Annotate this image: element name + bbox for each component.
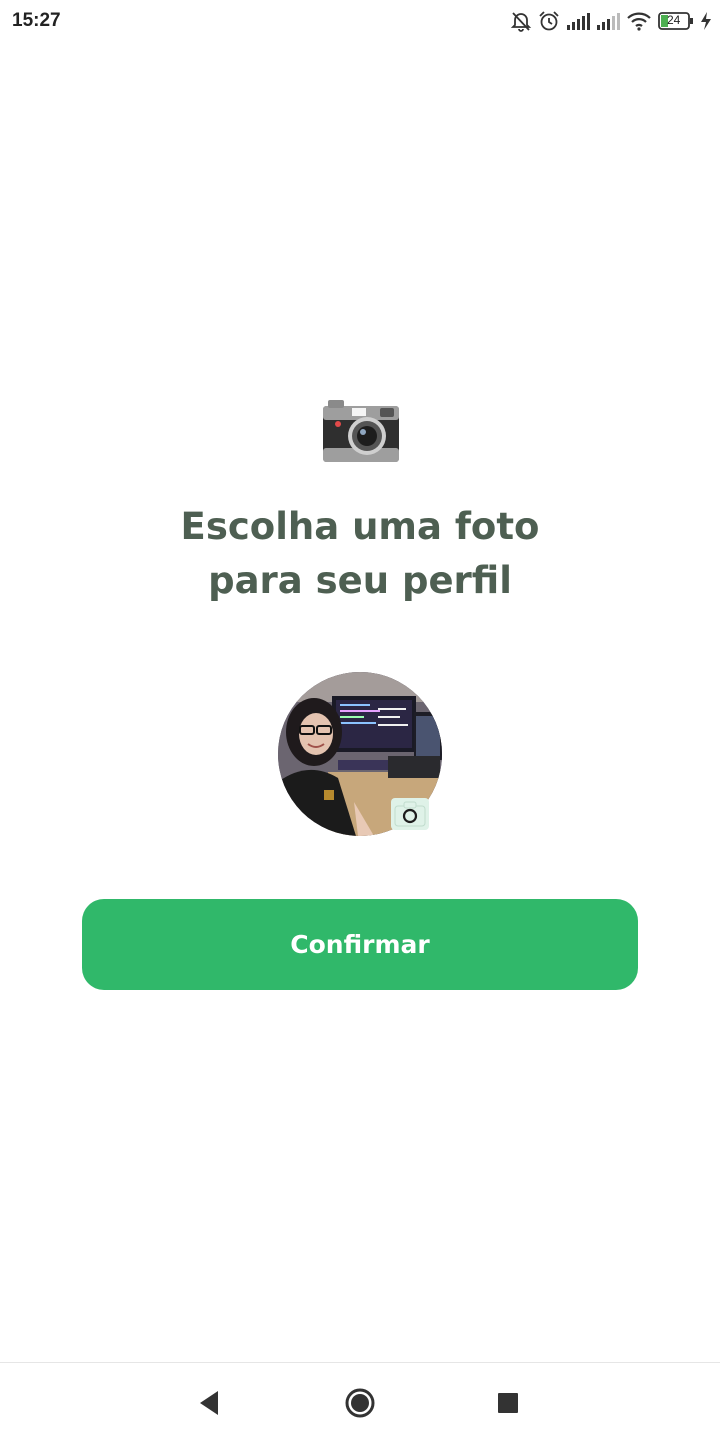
battery-icon: 24 <box>658 12 694 30</box>
wifi-icon <box>627 12 651 31</box>
navigation-bar <box>0 1362 720 1441</box>
change-photo-button[interactable] <box>391 798 429 830</box>
bell-off-icon <box>510 12 532 32</box>
recents-icon[interactable] <box>490 1385 526 1421</box>
status-icons: 24 <box>510 8 712 34</box>
title-line-1: Escolha uma foto <box>180 505 540 548</box>
camera-emoji-icon <box>323 400 399 462</box>
alarm-icon <box>539 11 559 31</box>
status-bar: 15:27 24 <box>0 0 720 44</box>
back-icon[interactable] <box>190 1385 226 1421</box>
camera-icon <box>394 801 426 827</box>
title-line-2: para seu perfil <box>208 559 512 602</box>
signal-icon <box>597 13 620 30</box>
confirm-button[interactable]: Confirmar <box>82 899 638 990</box>
charging-icon <box>701 12 711 30</box>
page-title: Escolha uma foto para seu perfil <box>0 500 720 608</box>
battery-level: 24 <box>667 13 681 27</box>
home-icon[interactable] <box>342 1385 378 1421</box>
signal-icon <box>567 13 590 30</box>
status-time: 15:27 <box>12 10 61 31</box>
